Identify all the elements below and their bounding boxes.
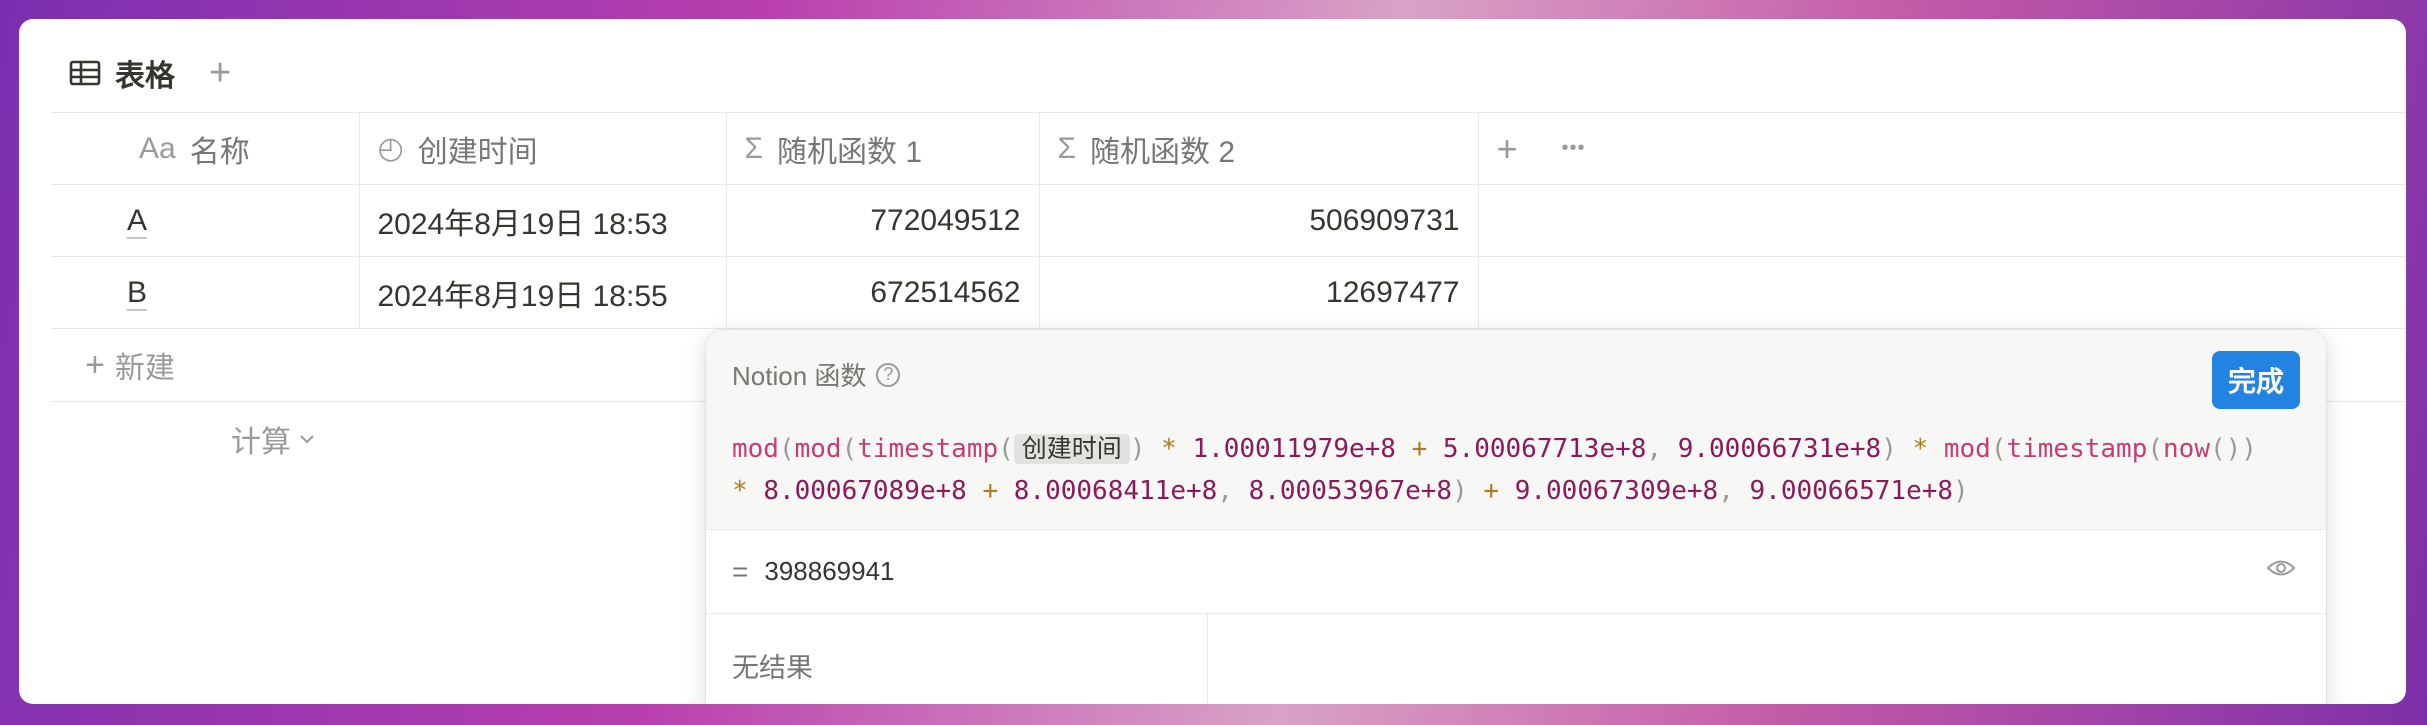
result-row: = 398869941 — [706, 530, 2326, 614]
formula-token: timestamp — [857, 434, 999, 464]
calculate-label: 计算 — [231, 426, 291, 459]
formula-token: * — [732, 476, 764, 506]
formula-editor[interactable]: Notion 函数 ? 完成 mod(mod(timestamp(创建时间) *… — [706, 330, 2326, 530]
table-view-icon — [69, 60, 101, 86]
table-row[interactable]: A 2024年8月19日 18:53 772049512 506909731 — [51, 184, 2406, 257]
cell-empty — [1478, 256, 2406, 329]
equals-sign: = — [732, 555, 749, 587]
view-tab-table[interactable]: 表格 — [115, 51, 175, 95]
formula-token: 5.00067713e+8 — [1442, 434, 1647, 464]
formula-token: 9.00066571e+8 — [1749, 476, 1954, 506]
new-row-label: 新建 — [114, 352, 175, 385]
panel-title-label: Notion 函数 — [732, 361, 867, 391]
database-table: Aa 名称 ◴ 创建时间 Σ 随机函数 1 Σ 随机函数 2 + ••• A 2… — [51, 112, 2406, 329]
panel-title: Notion 函数 ? — [732, 356, 901, 393]
table-header-row: Aa 名称 ◴ 创建时间 Σ 随机函数 1 Σ 随机函数 2 + ••• — [51, 112, 2406, 185]
cell-random1[interactable]: 672514562 — [726, 256, 1040, 329]
cell-name[interactable]: B — [51, 256, 360, 329]
chevron-down-icon — [300, 435, 314, 444]
formula-token: mod — [1943, 434, 1991, 464]
formula-token: 1.00011979e+8 — [1192, 434, 1396, 464]
formula-token: ) — [1452, 476, 1468, 506]
column-header-created[interactable]: ◴ 创建时间 — [359, 112, 727, 185]
formula-token: , — [1646, 434, 1678, 464]
add-property-icon[interactable]: + — [1497, 128, 1518, 170]
formula-token: ( — [998, 434, 1014, 464]
cell-name[interactable]: A — [51, 184, 360, 257]
plus-icon: + — [85, 345, 105, 384]
add-view-icon[interactable]: + — [209, 54, 231, 92]
formula-token: + — [1467, 476, 1515, 506]
table-row[interactable]: B 2024年8月19日 18:55 672514562 12697477 — [51, 256, 2406, 329]
view-header: 表格 + — [69, 49, 231, 97]
cell-random2[interactable]: 506909731 — [1039, 184, 1479, 257]
eye-icon[interactable] — [2266, 558, 2296, 578]
formula-token: 9.00066731e+8 — [1677, 434, 1882, 464]
formula-token: , — [1217, 476, 1249, 506]
formula-token: ( — [841, 434, 858, 464]
formula-token: , — [1718, 476, 1750, 506]
no-result-label: 无结果 — [706, 614, 1208, 704]
result-details: 无结果 — [706, 614, 2326, 704]
notion-window: 表格 + Aa 名称 ◴ 创建时间 Σ 随机函数 1 Σ 随机函数 2 + ••… — [19, 19, 2406, 704]
more-icon[interactable]: ••• — [1562, 137, 1586, 160]
formula-token: mod — [732, 434, 779, 464]
formula-token: ( — [778, 434, 795, 464]
column-header-label: 随机函数 1 — [777, 135, 923, 169]
formula-token: ()) — [2209, 434, 2257, 464]
cell-created[interactable]: 2024年8月19日 18:55 — [359, 256, 727, 329]
result-value: 398869941 — [764, 556, 895, 586]
cell-created[interactable]: 2024年8月19日 18:53 — [359, 184, 727, 257]
formula-token: 8.00068411e+8 — [1013, 476, 1218, 506]
clock-icon: ◴ — [377, 132, 404, 165]
formula-editor-panel: Notion 函数 ? 完成 mod(mod(timestamp(创建时间) *… — [706, 330, 2326, 704]
column-header-random1[interactable]: Σ 随机函数 1 — [726, 112, 1040, 185]
done-button[interactable]: 完成 — [2211, 351, 2300, 409]
cell-random1[interactable]: 772049512 — [726, 184, 1040, 257]
formula-token: + — [1395, 434, 1443, 464]
column-header-actions: + ••• — [1478, 112, 2406, 185]
column-header-label: 随机函数 2 — [1090, 135, 1236, 169]
formula-token: 8.00067089e+8 — [763, 476, 967, 506]
text-property-icon: Aa — [139, 131, 176, 165]
calculate-button[interactable]: 计算 — [231, 417, 315, 461]
column-header-name[interactable]: Aa 名称 — [51, 112, 360, 185]
formula-token: mod — [794, 434, 842, 464]
column-header-label: 创建时间 — [417, 135, 538, 169]
property-chip[interactable]: 创建时间 — [1013, 434, 1130, 464]
help-icon[interactable]: ? — [876, 362, 901, 387]
column-header-random2[interactable]: Σ 随机函数 2 — [1039, 112, 1479, 185]
formula-token: + — [966, 476, 1014, 506]
formula-token: ) — [1881, 434, 1897, 464]
column-header-label: 名称 — [189, 135, 250, 169]
formula-token: ) — [1953, 476, 1969, 506]
formula-token: now — [2163, 434, 2210, 464]
formula-token: 8.00053967e+8 — [1248, 476, 1453, 506]
formula-token: ) — [1129, 434, 1146, 464]
formula-token: ( — [1990, 434, 2007, 464]
formula-icon: Σ — [1057, 131, 1077, 165]
formula-code[interactable]: mod(mod(timestamp(创建时间) * 1.00011979e+8 … — [732, 428, 2292, 512]
formula-token: * — [1145, 434, 1193, 464]
cell-random2[interactable]: 12697477 — [1039, 256, 1479, 329]
cell-empty — [1478, 184, 2406, 257]
formula-icon: Σ — [744, 131, 764, 165]
formula-token: ( — [2147, 434, 2164, 464]
formula-token: timestamp — [2006, 434, 2148, 464]
formula-token: 9.00067309e+8 — [1514, 476, 1719, 506]
formula-token: * — [1896, 434, 1944, 464]
